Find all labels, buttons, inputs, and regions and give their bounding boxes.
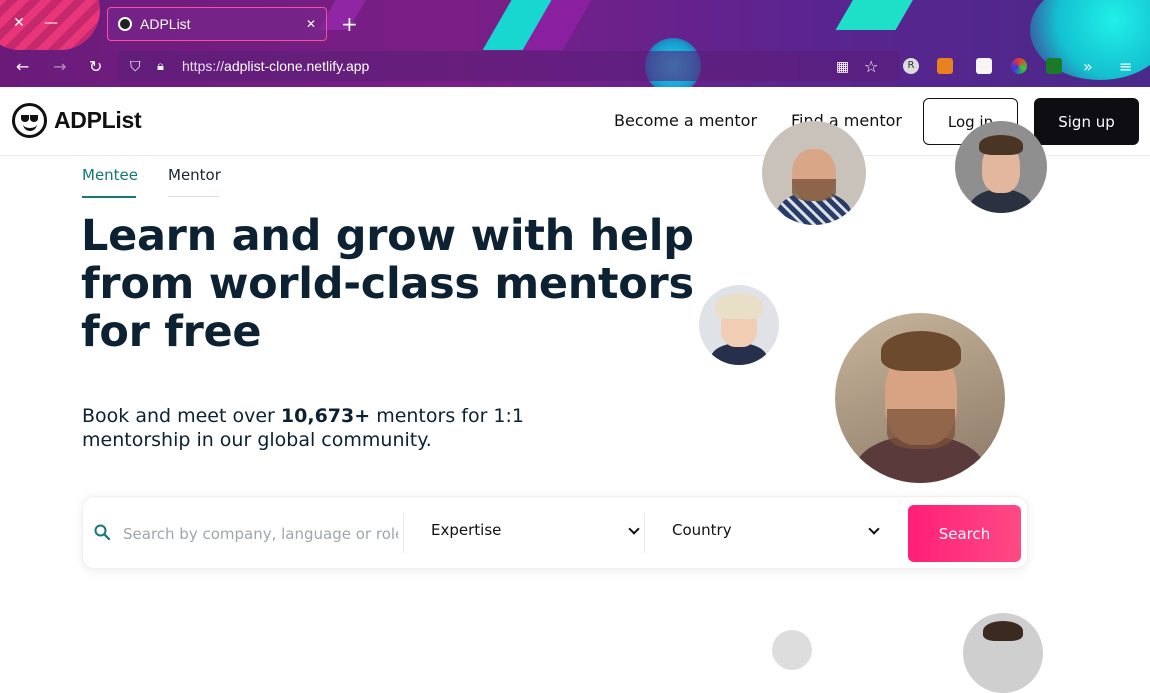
browser-chrome: ✕ — ADPList ✕ + ← → ↻ ⛉ 🔒︎ https://adpli… [0, 0, 1150, 87]
new-tab-icon[interactable]: + [341, 12, 358, 36]
search-bar: Expertise Country Search [82, 496, 1028, 569]
mentor-avatar [772, 630, 812, 670]
country-select[interactable]: Country [672, 521, 732, 539]
hero-title: Learn and grow with help from world-clas… [81, 211, 694, 357]
close-tab-icon[interactable]: ✕ [306, 17, 316, 31]
chevron-down-icon[interactable] [868, 523, 880, 535]
back-icon[interactable]: ← [16, 57, 29, 77]
metamask-icon[interactable] [937, 58, 953, 74]
signup-button[interactable]: Sign up [1034, 98, 1139, 145]
search-icon [94, 524, 110, 540]
qr-code-icon[interactable]: ▦ [836, 57, 849, 77]
extension-green-icon[interactable] [1046, 58, 1062, 74]
extension-color-icon[interactable] [1011, 58, 1027, 74]
logo-text: ADPList [54, 107, 142, 133]
chevron-down-icon[interactable] [628, 523, 640, 535]
mentor-avatar [835, 313, 1005, 483]
mentor-avatar [955, 121, 1047, 213]
tab-mentor[interactable]: Mentor [168, 166, 221, 197]
divider [403, 513, 404, 553]
expertise-select[interactable]: Expertise [431, 521, 501, 539]
minimize-window-icon[interactable]: — [42, 14, 60, 32]
forward-icon[interactable]: → [53, 57, 66, 77]
tab-title: ADPList [140, 16, 191, 32]
lock-icon[interactable]: 🔒︎ [157, 57, 164, 77]
close-window-icon[interactable]: ✕ [10, 14, 28, 32]
bookmark-star-icon[interactable]: ☆ [864, 57, 878, 77]
menu-icon[interactable]: ≡ [1119, 57, 1132, 77]
shield-icon[interactable]: ⛉ [130, 57, 141, 77]
mentor-count: 10,673+ [280, 405, 371, 427]
logo[interactable]: ADPList [12, 103, 142, 138]
nav-become-mentor[interactable]: Become a mentor [614, 111, 757, 130]
mentor-avatar [762, 121, 866, 225]
browser-tab[interactable]: ADPList ✕ [107, 7, 327, 41]
nav-toolbar: ← → ↻ ⛉ 🔒︎ https://adplist-clone.netlify… [0, 48, 1150, 86]
hero-subtitle: Book and meet over 10,673+ mentors for 1… [82, 405, 525, 451]
search-button[interactable]: Search [908, 505, 1021, 562]
extension-r-icon[interactable]: R [903, 58, 919, 74]
divider [644, 513, 645, 553]
search-input[interactable] [123, 517, 398, 551]
url-text[interactable]: https://adplist-clone.netlify.app [182, 58, 369, 74]
theme-decoration [835, 0, 925, 30]
overflow-chevrons-icon[interactable]: » [1083, 57, 1093, 77]
reload-icon[interactable]: ↻ [89, 57, 102, 77]
mentor-avatar [963, 613, 1043, 693]
favicon-icon [118, 17, 132, 31]
logo-smiley-icon [12, 103, 47, 138]
extension-notes-icon[interactable] [976, 58, 992, 74]
tab-mentee[interactable]: Mentee [82, 166, 138, 198]
